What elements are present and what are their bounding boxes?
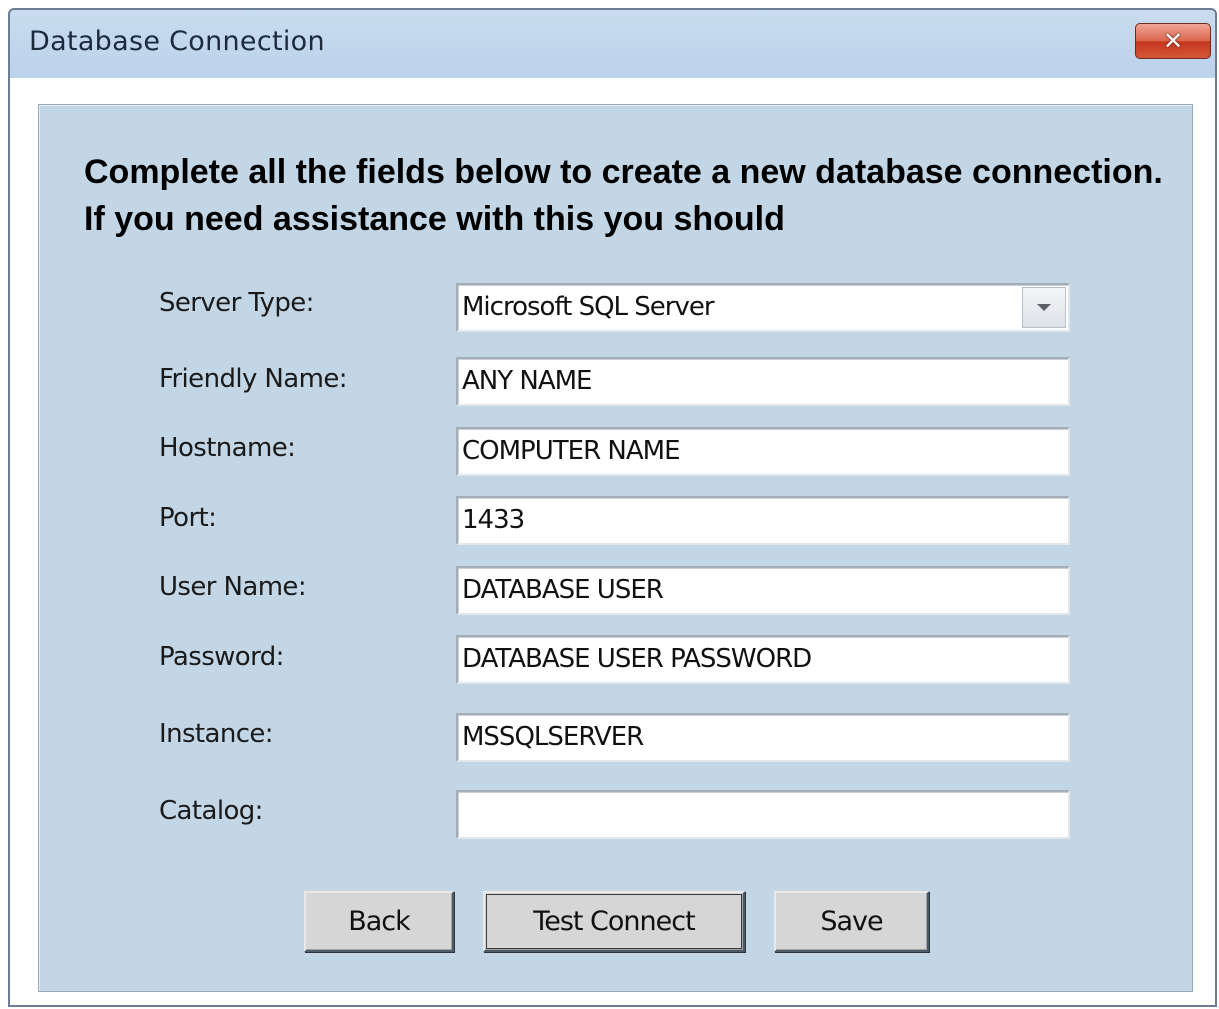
close-button[interactable]: ✕ — [1135, 23, 1211, 59]
instance-field[interactable]: MSSQLSERVER — [456, 713, 1070, 762]
friendly-name-field[interactable]: ANY NAME — [456, 357, 1070, 406]
user-name-field[interactable]: DATABASE USER — [456, 566, 1070, 615]
catalog-field[interactable] — [456, 790, 1070, 839]
instance-label: Instance: — [159, 719, 274, 749]
server-type-value: Microsoft SQL Server — [462, 292, 715, 322]
save-button[interactable]: Save — [774, 891, 929, 952]
hostname-label: Hostname: — [159, 433, 296, 463]
password-field[interactable]: DATABASE USER PASSWORD — [456, 635, 1070, 684]
close-icon: ✕ — [1162, 27, 1184, 55]
dialog-client-area: Complete all the fields below to create … — [10, 78, 1215, 1005]
hostname-field[interactable]: COMPUTER NAME — [456, 427, 1070, 476]
port-field[interactable]: 1433 — [456, 496, 1070, 545]
title-bar[interactable]: Database Connection ✕ — [10, 10, 1215, 78]
chevron-down-icon — [1037, 304, 1051, 311]
user-name-label: User Name: — [159, 572, 307, 602]
database-connection-window: Database Connection ✕ Complete all the f… — [8, 8, 1217, 1007]
test-connect-button[interactable]: Test Connect — [483, 891, 745, 952]
port-label: Port: — [159, 503, 217, 533]
window-title: Database Connection — [29, 26, 325, 57]
catalog-label: Catalog: — [159, 796, 263, 826]
instructions-text: Complete all the fields below to create … — [84, 153, 1163, 238]
back-button[interactable]: Back — [304, 891, 454, 952]
server-type-dropdown-button[interactable] — [1022, 287, 1066, 328]
connection-form-panel: Complete all the fields below to create … — [38, 104, 1193, 992]
friendly-name-label: Friendly Name: — [159, 364, 348, 394]
password-label: Password: — [159, 642, 284, 672]
server-type-select[interactable]: Microsoft SQL Server — [456, 283, 1070, 332]
server-type-label: Server Type: — [159, 288, 314, 318]
